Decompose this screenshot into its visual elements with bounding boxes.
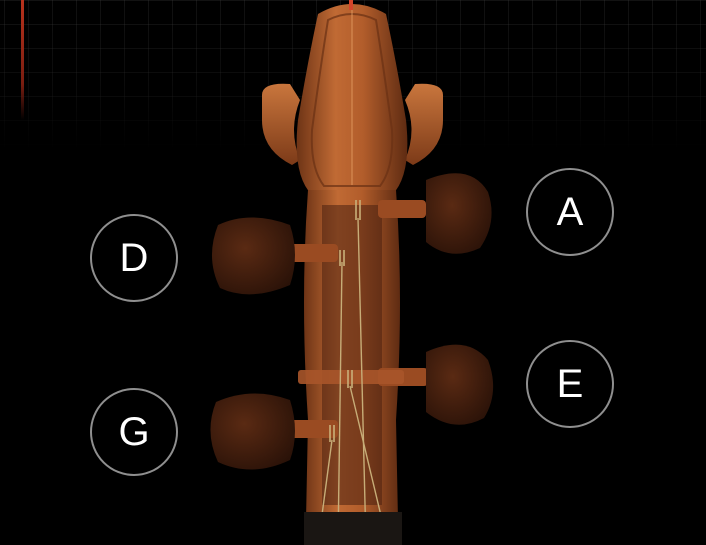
note-label-d: D — [119, 236, 149, 280]
tune-button-g[interactable]: G — [90, 388, 178, 476]
note-label-a: A — [556, 190, 584, 234]
note-label-g: G — [118, 410, 150, 454]
fingerboard — [304, 512, 402, 545]
peg-g — [210, 393, 295, 470]
peg-e — [426, 344, 494, 425]
peg-a — [426, 173, 492, 254]
tune-button-a[interactable]: A — [526, 168, 614, 256]
scroll-right-ear — [405, 83, 443, 165]
tuner-screen: D G A E — [0, 0, 706, 545]
tune-button-d[interactable]: D — [90, 214, 178, 302]
peg-d — [211, 217, 295, 295]
tune-button-e[interactable]: E — [526, 340, 614, 428]
top-marker — [349, 0, 353, 10]
scroll-left-ear — [262, 83, 300, 165]
note-label-e: E — [556, 362, 584, 406]
